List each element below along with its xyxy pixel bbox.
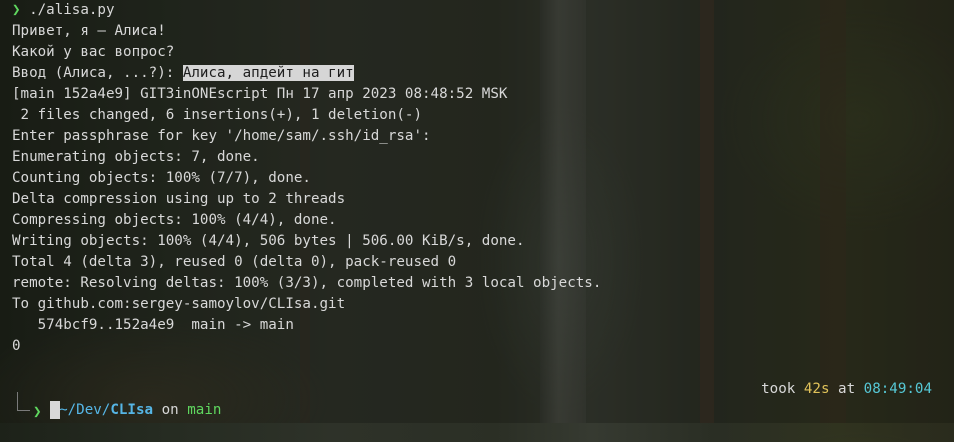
output-line: 574bcf9..152a4e9 main -> main: [12, 317, 294, 333]
command-time: 08:49:04: [863, 381, 932, 397]
output-line: Привет, я – Алиса!: [12, 23, 166, 39]
output-line: Counting objects: 100% (7/7), done.: [12, 170, 311, 186]
output-line: [main 152a4e9] GIT3inONEscript Пн 17 апр…: [12, 86, 508, 102]
output-line: Enter passphrase for key '/home/sam/.ssh…: [12, 128, 431, 144]
output-line: remote: Resolving deltas: 100% (3/3), co…: [12, 275, 602, 291]
output-line: Total 4 (delta 3), reused 0 (delta 0), p…: [12, 254, 457, 270]
output-line: Compressing objects: 100% (4/4), done.: [12, 212, 337, 228]
took-label: took: [761, 381, 804, 397]
git-branch: main: [187, 402, 222, 418]
at-label: at: [829, 381, 864, 397]
repo-name: CLIsa: [110, 402, 154, 418]
on-label: on: [153, 402, 188, 418]
output-line: Enumerating objects: 7, done.: [12, 149, 260, 165]
input-prompt: Ввод (Алиса, ...?):: [12, 65, 183, 81]
command-line: ❯ ./alisa.py: [12, 0, 942, 21]
current-path: ~/Dev/: [59, 402, 111, 418]
command-duration: 42s: [803, 381, 830, 397]
input-prompt-line[interactable]: ❯: [33, 401, 60, 422]
input-line: Ввод (Алиса, ...?): Алиса, апдейт на гит: [12, 63, 942, 84]
prompt-arrow-icon: ❯: [12, 2, 21, 18]
exit-code-line: 0: [12, 338, 21, 354]
output-line: 2 files changed, 6 insertions(+), 1 dele…: [12, 107, 422, 123]
command-timing: took 42s at 08:49:04: [761, 379, 932, 400]
command-text: ./alisa.py: [20, 2, 115, 18]
terminal-output: ❯ ./alisa.py Привет, я – Алиса! Какой у …: [12, 0, 942, 357]
output-line: Delta compression using up to 2 threads: [12, 191, 346, 207]
prompt-arrow-icon: ❯: [33, 404, 42, 420]
text-cursor[interactable]: [49, 401, 60, 419]
user-input-selected[interactable]: Алиса, апдейт на гит: [182, 65, 354, 81]
output-line: Writing objects: 100% (4/4), 506 bytes |…: [12, 233, 525, 249]
prompt-status-line: ~/Dev/CLIsa on main took 42s at 08:49:04: [16, 379, 932, 418]
output-line: Какой у вас вопрос?: [12, 44, 175, 60]
output-line: To github.com:sergey-samoylov/CLIsa.git: [12, 296, 346, 312]
